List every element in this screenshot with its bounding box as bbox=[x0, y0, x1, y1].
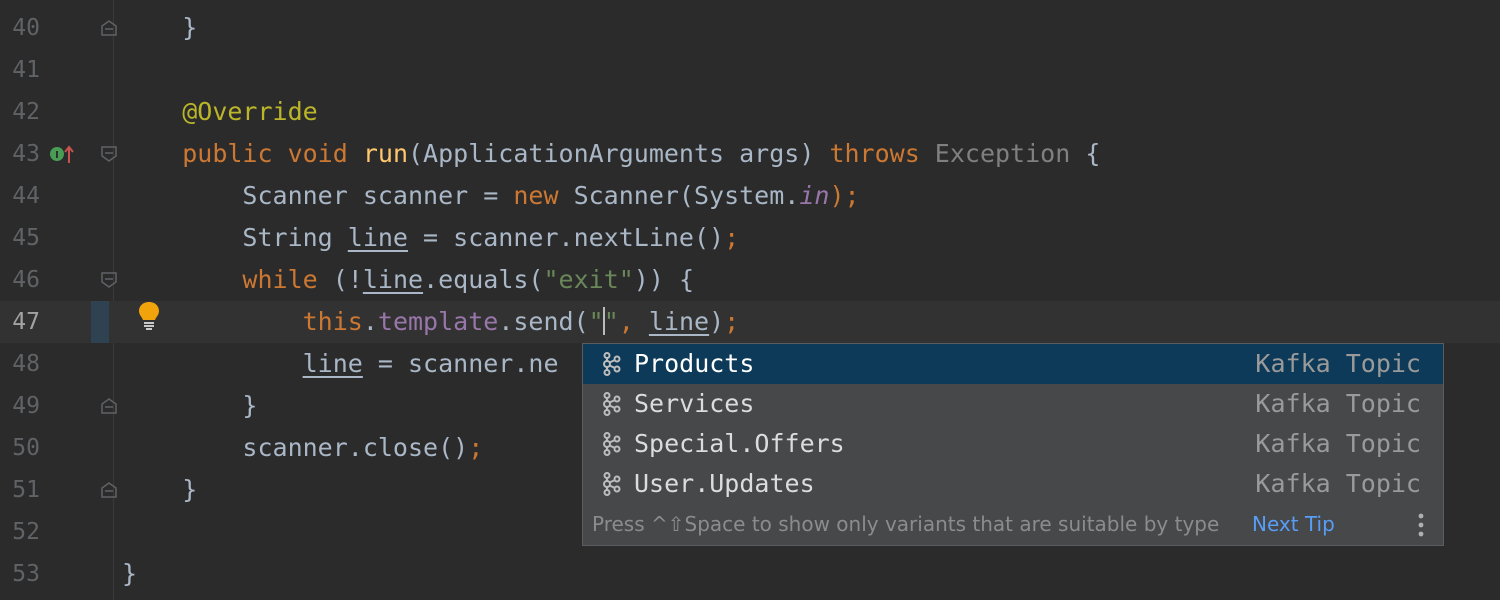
completion-footer: Press ^⇧Space to show only variants that… bbox=[583, 504, 1443, 545]
completion-item-name: Products bbox=[634, 349, 755, 378]
code-text[interactable]: this.template.send("", line); bbox=[122, 301, 739, 343]
line-number: 40 bbox=[12, 15, 40, 41]
code-text[interactable]: @Override bbox=[122, 91, 317, 133]
kafka-icon bbox=[603, 432, 621, 456]
next-tip-link[interactable]: Next Tip bbox=[1252, 504, 1335, 545]
fold-end-icon[interactable] bbox=[100, 19, 118, 37]
line-number: 41 bbox=[12, 57, 40, 83]
code-text[interactable]: scanner.close(); bbox=[122, 427, 483, 469]
line-number: 50 bbox=[12, 435, 40, 461]
completion-hint: Press ^⇧Space to show only variants that… bbox=[592, 512, 1220, 536]
completion-item-type: Kafka Topic bbox=[1255, 389, 1421, 418]
completion-item-services[interactable]: Services Kafka Topic bbox=[583, 384, 1443, 424]
line-number: 47 bbox=[12, 309, 40, 335]
line-number: 52 bbox=[12, 519, 40, 545]
lightbulb-icon[interactable] bbox=[136, 300, 162, 332]
completion-item-name: Services bbox=[634, 389, 755, 418]
line-number: 44 bbox=[12, 183, 40, 209]
kafka-icon bbox=[603, 392, 621, 416]
line-number: 46 bbox=[12, 267, 40, 293]
completion-item-user-updates[interactable]: User.Updates Kafka Topic bbox=[583, 464, 1443, 504]
code-line-current[interactable]: 47 this.template.send("", line); bbox=[0, 301, 1500, 343]
fold-start-icon[interactable] bbox=[100, 145, 118, 163]
completion-item-type: Kafka Topic bbox=[1255, 469, 1421, 498]
code-line[interactable]: 40 } bbox=[0, 7, 1500, 49]
completion-item-special-offers[interactable]: Special.Offers Kafka Topic bbox=[583, 424, 1443, 464]
completion-item-products[interactable]: Products Kafka Topic bbox=[583, 344, 1443, 384]
completion-item-name: Special.Offers bbox=[634, 429, 845, 458]
svg-text:I: I bbox=[55, 150, 59, 161]
kafka-icon bbox=[603, 472, 621, 496]
code-text[interactable]: while (!line.equals("exit")) { bbox=[122, 259, 694, 301]
line-number: 53 bbox=[12, 561, 40, 587]
code-line[interactable]: 53 } bbox=[0, 553, 1500, 595]
code-text[interactable]: } bbox=[122, 469, 197, 511]
more-options-icon[interactable] bbox=[1415, 512, 1427, 538]
code-text[interactable]: Scanner scanner = new Scanner(System.in)… bbox=[122, 175, 859, 217]
code-line[interactable]: 43 public void run(ApplicationArguments … bbox=[0, 133, 1500, 175]
kafka-icon bbox=[603, 352, 621, 376]
completion-item-type: Kafka Topic bbox=[1255, 429, 1421, 458]
fold-end-icon[interactable] bbox=[100, 481, 118, 499]
code-line[interactable]: 41 bbox=[0, 49, 1500, 91]
code-text[interactable]: } bbox=[122, 385, 257, 427]
line-number: 45 bbox=[12, 225, 40, 251]
code-text[interactable]: String line = scanner.nextLine(); bbox=[122, 217, 739, 259]
line-number: 49 bbox=[12, 393, 40, 419]
code-text[interactable]: } bbox=[122, 553, 137, 595]
fold-start-icon[interactable] bbox=[100, 271, 118, 289]
code-line[interactable]: 42 @Override bbox=[0, 91, 1500, 133]
implements-method-icon[interactable]: I bbox=[48, 143, 78, 165]
text-caret bbox=[602, 307, 605, 335]
code-text[interactable]: } bbox=[122, 7, 197, 49]
code-text[interactable]: public void run(ApplicationArguments arg… bbox=[122, 133, 1100, 175]
completion-item-name: User.Updates bbox=[634, 469, 815, 498]
completion-item-type: Kafka Topic bbox=[1255, 349, 1421, 378]
line-number: 43 bbox=[12, 141, 40, 167]
line-number: 42 bbox=[12, 99, 40, 125]
code-completion-popup[interactable]: Products Kafka Topic Services Kafka Topi… bbox=[582, 343, 1444, 546]
line-number: 51 bbox=[12, 477, 40, 503]
current-line-gutter bbox=[91, 301, 109, 343]
code-line[interactable]: 45 String line = scanner.nextLine(); bbox=[0, 217, 1500, 259]
code-text[interactable]: line = scanner.ne bbox=[122, 343, 559, 385]
line-number: 48 bbox=[12, 351, 40, 377]
fold-end-icon[interactable] bbox=[100, 397, 118, 415]
code-line[interactable]: 46 while (!line.equals("exit")) { bbox=[0, 259, 1500, 301]
code-line[interactable]: 44 Scanner scanner = new Scanner(System.… bbox=[0, 175, 1500, 217]
